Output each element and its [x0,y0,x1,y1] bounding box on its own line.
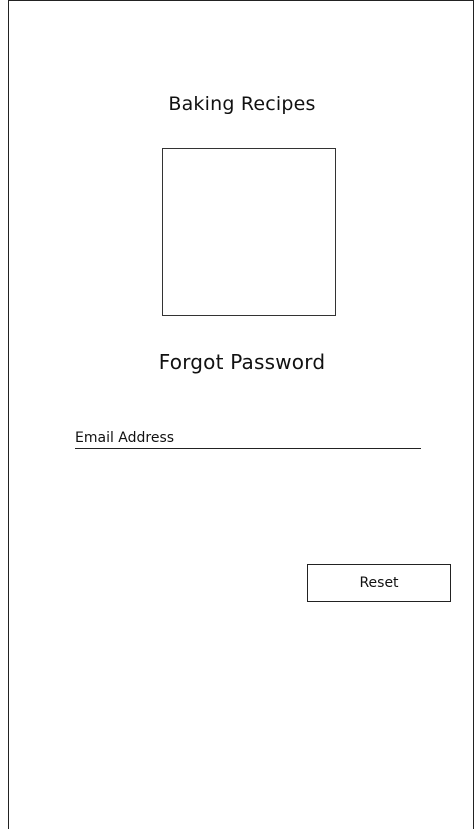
app-frame: Baking Recipes Forgot Password Reset [8,0,474,829]
page-title: Forgot Password [158,350,326,374]
email-address-field[interactable] [75,429,421,449]
reset-button[interactable]: Reset [307,564,451,602]
logo-placeholder-image [162,148,336,316]
app-title: Baking Recipes [168,93,316,115]
